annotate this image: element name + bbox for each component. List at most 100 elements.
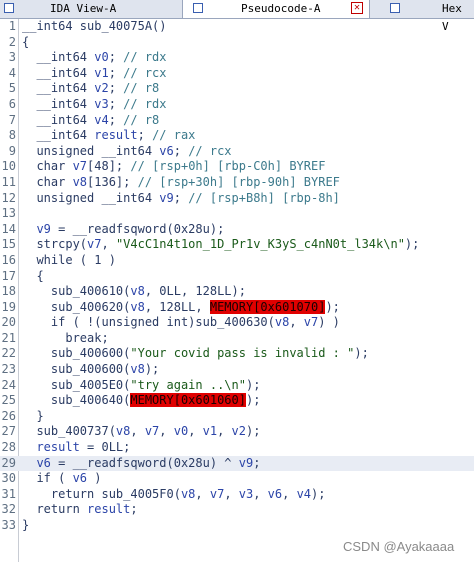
code-text: while ( 1 ) xyxy=(22,252,116,267)
code-line[interactable]: 31 return sub_4005F0(v8, v7, v3, v6, v4)… xyxy=(0,487,474,503)
code-line[interactable]: 22 sub_400600("Your covid pass is invali… xyxy=(0,346,474,362)
code-line[interactable]: 5 __int64 v2; // r8 xyxy=(0,81,474,97)
line-number: 29 xyxy=(1,455,16,470)
code-text: { xyxy=(22,268,44,283)
close-icon[interactable]: ✕ xyxy=(351,2,363,14)
code-line[interactable]: 21 break; xyxy=(0,331,474,347)
line-number: 17 xyxy=(1,268,16,283)
code-line[interactable]: 28 result = 0LL; xyxy=(0,440,474,456)
code-text: sub_400640(MEMORY[0x601060]); xyxy=(22,393,261,408)
ida-view-icon xyxy=(4,3,14,13)
code-text: __int64 v1; // rcx xyxy=(22,65,167,80)
code-line[interactable]: 19 sub_400620(v8, 128LL, MEMORY[0x601070… xyxy=(0,299,474,316)
code-text: sub_400737(v8, v7, v0, v1, v2); xyxy=(22,424,261,439)
hex-view-icon xyxy=(390,3,400,13)
code-line[interactable]: 8 __int64 result; // rax xyxy=(0,128,474,144)
code-text: __int64 v2; // r8 xyxy=(22,81,160,96)
code-text: sub_400620(v8, 128LL, MEMORY[0x601070]); xyxy=(22,299,340,314)
code-line[interactable]: 14 v9 = __readfsqword(0x28u); xyxy=(0,222,474,238)
code-line[interactable]: 4 __int64 v1; // rcx xyxy=(0,66,474,82)
code-text: if ( v6 ) xyxy=(22,471,102,486)
line-number: 10 xyxy=(1,159,16,174)
code-text: { xyxy=(22,34,30,49)
code-text: } xyxy=(22,408,44,423)
line-number: 30 xyxy=(1,471,16,486)
line-number: 27 xyxy=(1,424,16,439)
code-line[interactable]: 17 { xyxy=(0,269,474,285)
line-number: 7 xyxy=(8,112,16,127)
code-line[interactable]: 1 __int64 sub_40075A() xyxy=(0,19,474,35)
line-number: 8 xyxy=(8,128,16,143)
code-line[interactable]: 13 xyxy=(0,206,474,222)
line-number: 15 xyxy=(1,237,16,252)
code-line[interactable]: 24 sub_4005E0("try again ..\n"); xyxy=(0,378,474,394)
code-text: __int64 result; // rax xyxy=(22,128,196,143)
code-text: } xyxy=(22,518,30,532)
code-line[interactable]: 3 __int64 v0; // rdx xyxy=(0,50,474,66)
line-number: 11 xyxy=(1,174,16,189)
code-line[interactable]: 18 sub_400610(v8, 0LL, 128LL); xyxy=(0,284,474,300)
code-line[interactable]: 9 unsigned __int64 v6; // rcx xyxy=(0,144,474,160)
code-text: char v7[48]; // [rsp+0h] [rbp-C0h] BYREF xyxy=(22,159,326,174)
line-number: 25 xyxy=(1,393,16,408)
code-line[interactable]: 29 v6 = __readfsqword(0x28u) ^ v9; xyxy=(0,455,474,472)
code-line[interactable]: 27 sub_400737(v8, v7, v0, v1, v2); xyxy=(0,424,474,440)
code-line[interactable]: 32 return result; xyxy=(0,502,474,518)
code-line[interactable]: 16 while ( 1 ) xyxy=(0,253,474,269)
code-line[interactable]: 25 sub_400640(MEMORY[0x601060]); xyxy=(0,393,474,409)
code-text: __int64 v3; // rdx xyxy=(22,96,167,111)
tab-ida-view[interactable]: IDA View-A xyxy=(0,0,170,18)
tab-label: IDA View-A xyxy=(50,2,117,15)
line-number: 1 xyxy=(8,19,16,33)
code-text: unsigned __int64 v6; // rcx xyxy=(22,143,232,158)
line-number: 4 xyxy=(8,65,16,80)
line-number: 9 xyxy=(8,143,16,158)
code-text: unsigned __int64 v9; // [rsp+B8h] [rbp-8… xyxy=(22,190,340,205)
code-text: v9 = __readfsqword(0x28u); xyxy=(36,221,225,236)
code-text: if ( !(unsigned int)sub_400630(v8, v7) ) xyxy=(22,315,340,330)
code-line[interactable]: 11 char v8[136]; // [rsp+30h] [rbp-90h] … xyxy=(0,175,474,191)
code-line[interactable]: 26 } xyxy=(0,409,474,425)
line-number: 18 xyxy=(1,284,16,299)
tab-bar: IDA View-A Pseudocode-A ✕ Hex V xyxy=(0,0,474,33)
line-number: 31 xyxy=(1,486,16,501)
code-text: sub_400600("Your covid pass is invalid :… xyxy=(22,346,369,361)
code-text: result = 0LL; xyxy=(36,440,131,455)
code-line[interactable]: 12 unsigned __int64 v9; // [rsp+B8h] [rb… xyxy=(0,191,474,207)
code-line[interactable]: 15 strcpy(v7, "V4cC1n4t1on_1D_Pr1v_K3yS_… xyxy=(0,237,474,253)
line-number: 26 xyxy=(1,408,16,423)
tab-label: Pseudocode-A xyxy=(241,2,321,15)
line-number: 22 xyxy=(1,346,16,361)
memory-reference[interactable]: MEMORY[0x601060] xyxy=(130,393,246,408)
line-number: 20 xyxy=(1,315,16,330)
code-line[interactable]: 23 sub_400600(v8); xyxy=(0,362,474,378)
line-number: 12 xyxy=(1,190,16,205)
line-number: 13 xyxy=(1,206,16,221)
code-line[interactable]: 20 if ( !(unsigned int)sub_400630(v8, v7… xyxy=(0,315,474,331)
code-text: __int64 v0; // rdx xyxy=(22,50,167,65)
code-line[interactable]: 2{ xyxy=(0,35,474,51)
memory-reference[interactable]: MEMORY[0x601070] xyxy=(209,299,326,314)
code-line[interactable]: 7 __int64 v4; // r8 xyxy=(0,113,474,129)
code-line[interactable]: 30 if ( v6 ) xyxy=(0,471,474,487)
code-line[interactable]: 10 char v7[48]; // [rsp+0h] [rbp-C0h] BY… xyxy=(0,159,474,175)
line-number: 2 xyxy=(8,34,16,49)
code-text: v6 = __readfsqword(0x28u) ^ v9; xyxy=(36,455,261,470)
code-text: char v8[136]; // [rsp+30h] [rbp-90h] BYR… xyxy=(22,174,340,189)
line-number: 32 xyxy=(1,502,16,517)
tab-pseudocode[interactable]: Pseudocode-A ✕ xyxy=(182,0,370,18)
code-text: sub_4005E0("try again ..\n"); xyxy=(22,377,261,392)
line-number: 19 xyxy=(1,299,16,314)
code-text: __int64 v4; // r8 xyxy=(22,112,160,127)
line-number: 33 xyxy=(1,518,16,532)
line-number: 5 xyxy=(8,81,16,96)
watermark: CSDN @Ayakaaaa xyxy=(343,539,455,554)
code-text: sub_400610(v8, 0LL, 128LL); xyxy=(22,284,246,299)
tab-hex-view[interactable]: Hex V xyxy=(382,0,474,33)
pseudocode-listing[interactable]: 1 __int64 sub_40075A() 2{3 __int64 v0; // … xyxy=(0,19,474,534)
code-line[interactable]: 6 __int64 v3; // rdx xyxy=(0,97,474,113)
code-line[interactable]: 33} xyxy=(0,518,474,534)
line-number: 14 xyxy=(1,221,16,236)
code-text: sub_400600(v8); xyxy=(22,362,160,377)
code-text: __int64 sub_40075A() xyxy=(22,19,167,33)
